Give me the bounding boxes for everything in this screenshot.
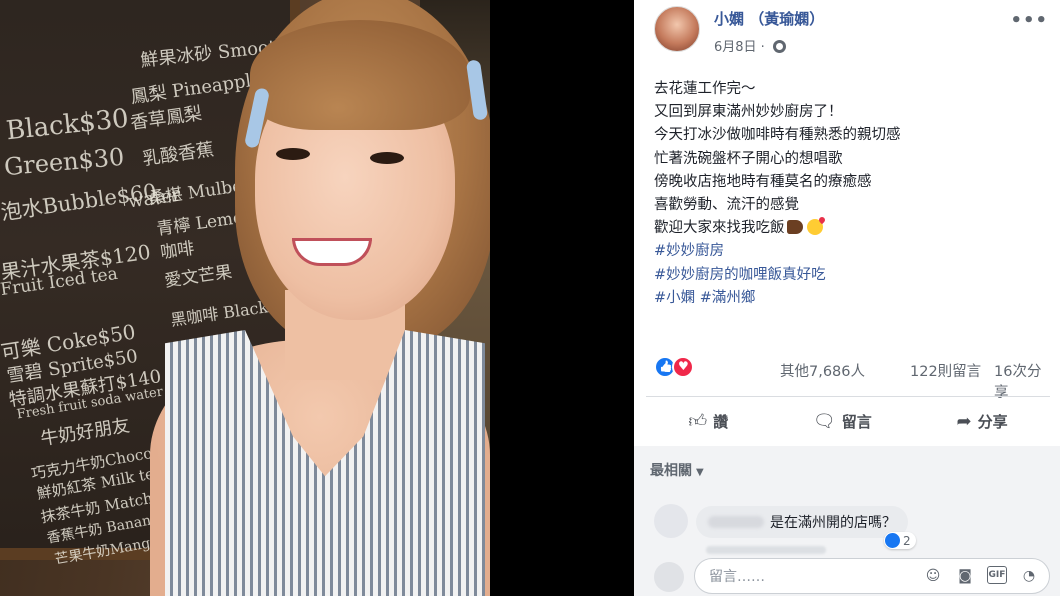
sticker-icon[interactable]: ◔ — [1019, 566, 1039, 586]
viewer: Black$30 Green$30 泡水Bubble$60 water 果汁水果… — [0, 0, 1060, 596]
post-line: 歡迎大家來找我吃飯 — [654, 220, 785, 237]
commenter-avatar[interactable] — [654, 504, 688, 538]
comment-bubble: 是在滿州開的店嗎？ — [696, 506, 908, 538]
like-reaction-icon — [885, 533, 900, 548]
divider — [646, 396, 1050, 397]
comment-sort-dropdown[interactable]: 最相關 ▼ — [650, 460, 704, 480]
reactions-count[interactable]: 其他7,686人 — [780, 360, 865, 381]
post-photo[interactable]: Black$30 Green$30 泡水Bubble$60 water 果汁水果… — [0, 0, 490, 596]
comment-label: 留言 — [841, 412, 872, 431]
comment-meta-blurred — [706, 546, 826, 554]
right-eye — [370, 152, 404, 164]
author-name[interactable]: 小嫻 （黃瑜嫻） — [714, 8, 824, 29]
emoji-icon[interactable]: ☺ — [923, 566, 943, 586]
more-options-button[interactable]: ••• — [1010, 10, 1048, 31]
sort-label: 最相關 — [650, 463, 692, 479]
fringe — [250, 20, 470, 130]
post-meta: 6月8日 · — [714, 36, 786, 55]
hashtag-link[interactable]: #妙妙廚房的咖哩飯真好吃 — [654, 267, 826, 283]
camera-icon[interactable]: ◙ — [955, 566, 975, 586]
chalk-text: 咖啡 — [159, 238, 196, 264]
chalk-text: 牛奶好朋友 — [39, 415, 132, 450]
comment-text: 是在滿州開的店嗎？ — [770, 515, 896, 531]
hashtag-line: #妙妙廚房的咖哩飯真好吃 — [654, 264, 1044, 287]
left-eye — [276, 148, 310, 160]
share-button[interactable]: ➦ 分享 — [957, 411, 1008, 432]
comment-composer: ☺ ◙ GIF ◔ — [694, 558, 1050, 594]
like-label: 讚 — [713, 412, 729, 431]
comments-section: 最相關 ▼ 是在滿州開的店嗎？ 2 ☺ ◙ GIF ◔ — [634, 446, 1060, 596]
comment-reaction-count[interactable]: 2 — [884, 532, 916, 549]
comments-count[interactable]: 122則留言 — [910, 360, 981, 381]
post-body: 去花蓮工作完～ 又回到屏東滿州妙妙廚房了！ 今天打冰沙做咖啡時有種熟悉的親切感 … — [654, 78, 1044, 310]
globe-icon[interactable] — [772, 40, 786, 53]
hashtag-link[interactable]: #滿州鄉 — [700, 290, 756, 306]
hashtag-link[interactable]: #妙妙廚房 — [654, 243, 724, 259]
comment-reaction-number: 2 — [903, 534, 911, 548]
love-reaction-icon[interactable] — [672, 356, 694, 378]
commenter-name-blurred[interactable] — [708, 516, 764, 528]
chalk-text: Green$30 — [3, 142, 126, 182]
like-button[interactable]: 👍︎ 讚 — [688, 410, 728, 432]
kiss-face-emoji-icon — [806, 219, 823, 236]
caret-down-icon: ▼ — [696, 467, 704, 478]
point-hand-emoji-icon — [786, 220, 803, 235]
post-stats: 其他7,686人 122則留言 16次分享 — [654, 356, 1050, 401]
composer-icons: ☺ ◙ GIF ◔ — [923, 566, 1039, 586]
post-line: 又回到屏東滿州妙妙廚房了！ — [654, 104, 843, 121]
action-bar: 👍︎ 讚 🗨︎ 留言 ➦ 分享 — [646, 400, 1050, 442]
chalk-text: 愛文芒果 — [163, 262, 234, 292]
speech-bubble-icon: 🗨︎ — [812, 410, 836, 432]
share-arrow-icon: ➦ — [956, 410, 972, 432]
post-line: 喜歡勞動、流汗的感覺 — [654, 197, 799, 214]
post-line: 忙著洗碗盤杯子開心的想唱歌 — [654, 150, 843, 167]
chalk-text: 乳酸香蕉 — [141, 139, 216, 170]
post-header: 小嫻 （黃瑜嫻） 6月8日 · ••• — [654, 6, 1054, 56]
comment-input[interactable] — [709, 567, 899, 587]
thumbs-up-icon: 👍︎ — [688, 411, 708, 432]
share-label: 分享 — [977, 412, 1008, 431]
hashtag-link[interactable]: #小嫻 — [654, 290, 695, 306]
chalk-text: 黑咖啡 Black — [169, 297, 270, 330]
hashtag-line: #小嫻 #滿州鄉 — [654, 287, 1044, 310]
chalk-text: Black$30 — [4, 103, 131, 147]
post-panel: 小嫻 （黃瑜嫻） 6月8日 · ••• 去花蓮工作完～ 又回到屏東滿州妙妙廚房了… — [634, 0, 1060, 596]
post-date[interactable]: 6月8日 — [714, 40, 757, 55]
post-line: 去花蓮工作完～ — [654, 81, 756, 97]
post-line-with-emoji: 歡迎大家來找我吃飯 — [654, 217, 1044, 240]
post-line: 今天打冰沙做咖啡時有種熟悉的親切感 — [654, 127, 901, 144]
gif-icon[interactable]: GIF — [987, 566, 1007, 584]
author-avatar[interactable] — [654, 6, 700, 52]
my-avatar — [654, 562, 684, 592]
comment-button[interactable]: 🗨︎ 留言 — [813, 411, 872, 432]
post-line: 傍晚收店拖地時有種莫名的療癒感 — [654, 173, 872, 190]
hashtag-line: #妙妙廚房 — [654, 240, 1044, 263]
